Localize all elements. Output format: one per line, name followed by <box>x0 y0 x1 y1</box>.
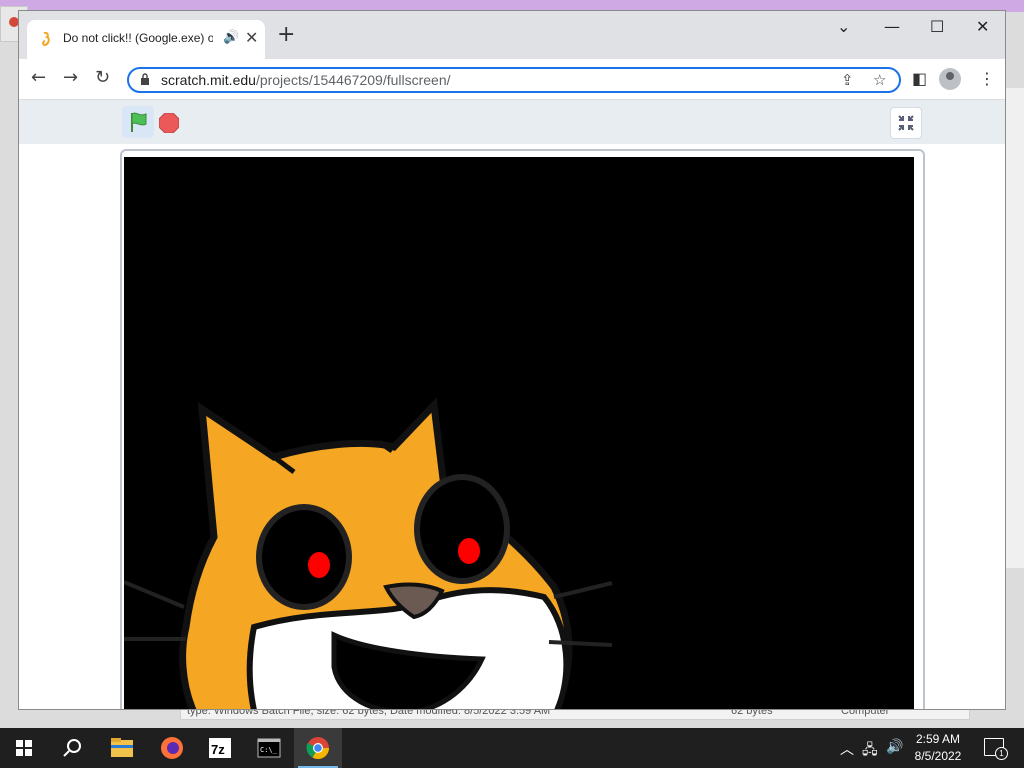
stage-canvas[interactable] <box>123 157 914 709</box>
tab-title: Do not click!! (Google.exe) o <box>63 31 213 45</box>
close-tab-icon[interactable]: ✕ <box>245 28 258 47</box>
taskbar-firefox[interactable] <box>148 728 196 768</box>
profile-avatar[interactable] <box>939 68 961 90</box>
cat-right-pupil <box>458 538 480 564</box>
close-window-button[interactable]: ✕ <box>976 17 989 36</box>
page-content <box>19 100 1005 709</box>
windows-logo-icon <box>16 740 32 756</box>
maximize-button[interactable]: ☐ <box>930 17 944 36</box>
lock-icon <box>141 73 149 85</box>
shrink-icon <box>898 115 914 131</box>
bookmark-star-icon[interactable]: ☆ <box>873 71 886 89</box>
cat-left-pupil <box>308 552 330 578</box>
7zip-icon: 7z <box>209 738 231 758</box>
back-button[interactable]: ← <box>31 67 46 88</box>
url-text: scratch.mit.edu/projects/154467209/fulls… <box>161 72 451 88</box>
svg-text:7z: 7z <box>211 742 225 757</box>
notification-center-icon[interactable]: 1 <box>984 738 1008 760</box>
firefox-icon <box>161 737 183 759</box>
folder-icon <box>111 738 133 757</box>
volume-icon[interactable]: 🔊 <box>886 739 903 755</box>
scary-cat-sprite <box>123 397 613 709</box>
search-icon <box>63 739 81 757</box>
browser-toolbar: ← → ↻ scratch.mit.edu/projects/154467209… <box>19 59 1005 100</box>
network-icon[interactable]: 🖧 <box>862 739 878 763</box>
tab-active[interactable]: Do not click!! (Google.exe) o 🔊 ✕ <box>27 20 265 59</box>
chrome-window: Do not click!! (Google.exe) o 🔊 ✕ + ⌄ — … <box>18 10 1006 710</box>
side-panel-icon[interactable]: ◧ <box>912 69 927 88</box>
scratch-controls-bar <box>19 100 1005 144</box>
show-hidden-icons-chevron-icon[interactable]: ︿ <box>840 739 854 759</box>
share-icon[interactable]: ⇪ <box>841 71 854 89</box>
stop-button[interactable] <box>159 113 179 133</box>
minimize-button[interactable]: — <box>884 17 900 36</box>
taskbar-terminal[interactable]: C:\_ <box>245 728 293 768</box>
tab-strip: Do not click!! (Google.exe) o 🔊 ✕ + ⌄ — … <box>19 11 1005 59</box>
exit-fullscreen-button[interactable] <box>890 107 922 139</box>
menu-kebab-icon[interactable]: ⋮ <box>979 69 995 88</box>
green-flag-icon <box>131 112 147 132</box>
forward-button[interactable]: → <box>63 67 78 88</box>
new-tab-button[interactable]: + <box>277 24 295 46</box>
clock-date: 8/5/2022 <box>914 749 962 763</box>
cat-right-eye <box>414 474 510 584</box>
speaker-icon[interactable]: 🔊 <box>223 30 239 45</box>
chrome-icon <box>306 737 329 759</box>
reload-button[interactable]: ↻ <box>95 67 110 88</box>
terminal-icon: C:\_ <box>257 738 281 758</box>
address-bar[interactable]: scratch.mit.edu/projects/154467209/fulls… <box>127 67 901 93</box>
url-host: scratch.mit.edu <box>161 72 256 88</box>
cat-left-eye <box>256 504 352 610</box>
scratch-favicon-icon <box>42 32 50 46</box>
url-path: /projects/154467209/fullscreen/ <box>255 72 451 88</box>
tab-search-chevron-icon[interactable]: ⌄ <box>837 17 850 36</box>
taskbar-chrome[interactable] <box>294 728 342 768</box>
background-window-edge <box>1005 88 1024 568</box>
system-clock[interactable]: 2:59 AM 8/5/2022 <box>904 731 972 765</box>
taskbar-7zip[interactable]: 7z <box>196 728 244 768</box>
notification-count-badge: 1 <box>995 747 1008 760</box>
green-flag-button[interactable] <box>122 106 154 138</box>
clock-time: 2:59 AM <box>915 732 961 746</box>
windows-taskbar: 7z C:\_ ︿ 🖧 🔊 2:59 AM 8/5/2022 1 <box>0 728 1024 768</box>
search-button[interactable] <box>48 728 96 768</box>
svg-text:C:\_: C:\_ <box>260 746 278 754</box>
project-stage[interactable] <box>120 149 925 709</box>
start-button[interactable] <box>0 728 48 768</box>
taskbar-file-explorer[interactable] <box>98 728 146 768</box>
